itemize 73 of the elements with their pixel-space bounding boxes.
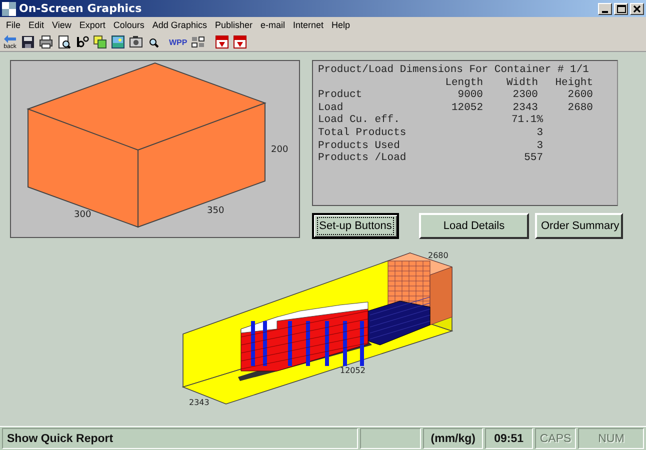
value-cell-text: 3 (536, 140, 543, 152)
depth-label: 300 (74, 210, 92, 220)
action-button[interactable]: Set-up Buttons (312, 213, 399, 239)
status-pane (360, 428, 422, 449)
magnifier-icon (147, 36, 159, 48)
maximize-button[interactable] (614, 2, 628, 14)
value-cell-text: 9000 (456, 89, 483, 102)
status-indicator: NUM (578, 428, 644, 449)
length-label: 12052 (340, 366, 366, 375)
column-header: Length (444, 76, 483, 90)
menu-item[interactable]: Colours (109, 20, 148, 30)
value-cell-text: 2680 (566, 102, 593, 114)
value-cell-text: 71.1% (510, 114, 543, 127)
height-label: 2680 (428, 251, 448, 260)
status-message: Show Quick Report (2, 428, 358, 449)
menu-item[interactable]: View (48, 20, 76, 30)
app-icon (2, 2, 16, 16)
toolbar-button[interactable] (39, 34, 53, 50)
column-header: Height (554, 76, 593, 90)
toolbar-button[interactable] (21, 34, 35, 50)
toolbar-button[interactable] (191, 34, 206, 50)
overlapping-squares-icon (93, 35, 107, 49)
menu-item[interactable]: Help (328, 20, 354, 30)
status-indicator: (mm/kg) (423, 428, 483, 449)
row-label: Products Used (318, 140, 401, 152)
row-label: Product (318, 89, 364, 102)
height-label: 200 (271, 145, 288, 155)
column-header: Width (505, 76, 538, 90)
minimize-button[interactable] (598, 2, 612, 14)
row-label: Products /Load (318, 152, 408, 165)
toolbar-button[interactable] (129, 34, 143, 50)
toolbar-button[interactable] (111, 34, 125, 50)
window-title: On-Screen Graphics (19, 2, 143, 15)
letters-icon (75, 35, 89, 49)
value-cell-text: 3 (536, 126, 543, 140)
toolbar-button[interactable] (215, 34, 230, 50)
text-button[interactable]: WPP (169, 34, 188, 50)
row-label: Load (318, 102, 344, 114)
grid-icon (191, 35, 206, 49)
value-cell-text: 2600 (566, 89, 593, 102)
width-label: 350 (207, 206, 224, 216)
value-cell-text: 2300 (512, 89, 538, 102)
minimize-icon (602, 10, 608, 12)
report-title: Product/Load Dimensions For Container # 1/1 (318, 64, 589, 77)
back-arrow-icon (3, 34, 17, 44)
status-indicator: CAPS (534, 428, 576, 449)
close-button[interactable] (630, 2, 644, 14)
picture-icon (111, 35, 125, 49)
value-cell-text: 2343 (512, 102, 538, 114)
toolbar-button[interactable] (75, 34, 89, 50)
value-cell-text: 12052 (450, 102, 483, 114)
menu-item[interactable]: Add Graphics (148, 20, 211, 30)
close-icon (633, 4, 641, 12)
menu-item[interactable]: Internet (289, 20, 328, 30)
width-label: 2343 (189, 398, 210, 407)
page-magnifier-icon (57, 35, 71, 49)
row-label: Load Cu. eff. (318, 114, 401, 127)
toolbar-button[interactable] (57, 34, 71, 50)
menu-item[interactable]: File (2, 20, 25, 30)
menu-item[interactable]: Export (75, 20, 110, 30)
value-cell-text: 557 (523, 152, 543, 165)
action-button[interactable]: Load Details (419, 213, 529, 239)
document-icon (233, 35, 248, 49)
maximize-icon (616, 4, 626, 12)
toolbar-button[interactable] (233, 34, 248, 50)
row-label: Total Products (318, 126, 408, 140)
action-button[interactable]: Order Summary (535, 213, 623, 239)
document-icon (215, 35, 230, 49)
toolbar-button[interactable] (93, 34, 107, 50)
menu-item[interactable]: e-mail (256, 20, 289, 30)
menu-item[interactable]: Edit (24, 20, 48, 30)
menu-item[interactable]: Publisher (210, 20, 256, 30)
status-indicator: 09:51 (484, 428, 533, 449)
